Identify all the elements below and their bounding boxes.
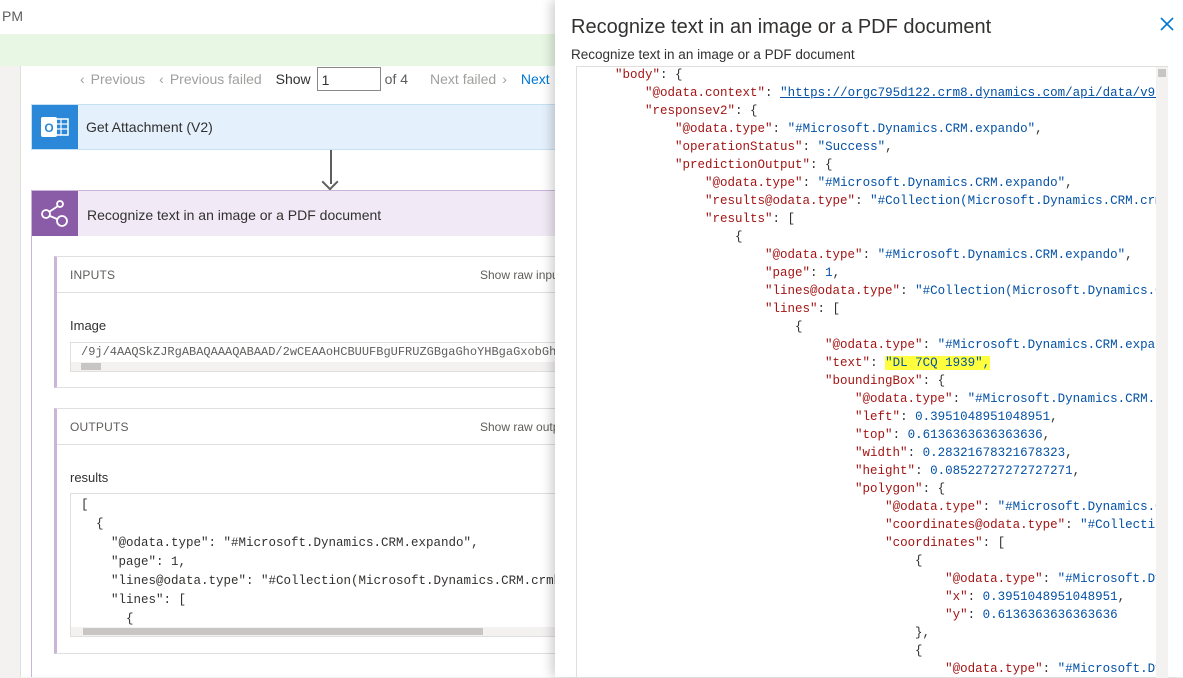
details-panel: Recognize text in an image or a PDF docu… (555, 0, 1183, 678)
results-scrollbar-thumb[interactable] (83, 628, 483, 635)
recognized-text-highlight: "DL 7CQ 1939", (885, 356, 991, 370)
image-value: /9j/4AAQSkZJRgABAQAAAQABAAD/2wCEAAoHCBUU… (81, 345, 562, 359)
outputs-header: OUTPUTS Show raw outputs (57, 409, 560, 445)
outputs-label: OUTPUTS (70, 420, 129, 434)
recognize-step-header[interactable]: Recognize text in an image or a PDF docu… (32, 191, 560, 236)
chevron-left-icon: ‹ (159, 71, 164, 87)
results-scrollbar[interactable] (71, 627, 561, 636)
next-button[interactable]: Next (521, 71, 550, 87)
show-raw-outputs-link[interactable]: Show raw outputs (480, 420, 560, 434)
image-scrollbar[interactable] (71, 362, 561, 371)
image-scrollbar-thumb[interactable] (81, 363, 101, 370)
inputs-header: INPUTS Show raw inputs (57, 257, 560, 293)
panel-scrollbar-thumb[interactable] (1158, 69, 1166, 77)
outlook-icon: O (32, 105, 78, 149)
ai-builder-icon (32, 191, 78, 236)
chevron-right-icon: › (502, 71, 507, 87)
get-attachment-title: Get Attachment (V2) (86, 119, 213, 135)
show-label: Show (275, 71, 311, 87)
next-failed-button[interactable]: Next failed (430, 71, 496, 87)
odata-context-link[interactable]: "https://orgc795d122.crm8.dynamics.com/a… (780, 86, 1168, 100)
panel-subtitle: Recognize text in an image or a PDF docu… (571, 47, 855, 62)
previous-failed-button[interactable]: Previous failed (170, 71, 262, 87)
svg-text:O: O (44, 121, 53, 135)
image-label: Image (70, 318, 107, 333)
results-json: [ { "@odata.type": "#Microsoft.Dynamics.… (81, 498, 561, 636)
panel-scrollbar[interactable] (1156, 67, 1168, 678)
results-json-box: [ { "@odata.type": "#Microsoft.Dynamics.… (70, 493, 562, 637)
get-attachment-step[interactable]: O Get Attachment (V2) (31, 104, 561, 150)
panel-title: Recognize text in an image or a PDF docu… (571, 16, 992, 38)
outputs-section: OUTPUTS Show raw outputs results [ { "@o… (54, 408, 562, 654)
show-raw-inputs-link[interactable]: Show raw inputs (480, 268, 560, 282)
previous-button[interactable]: Previous (91, 71, 145, 87)
run-navigation: ‹ Previous ‹ Previous failed Show 1 of 4… (80, 66, 556, 92)
time-suffix: PM (2, 8, 23, 24)
run-total: of 4 (384, 71, 409, 87)
run-index-input[interactable]: 1 (316, 67, 381, 91)
close-icon[interactable] (1157, 14, 1177, 34)
results-label: results (70, 470, 109, 485)
inputs-label: INPUTS (70, 268, 116, 282)
chevron-left-icon: ‹ (80, 71, 85, 87)
inputs-section: INPUTS Show raw inputs Image /9j/4AAQSkZ… (54, 256, 562, 388)
image-value-box: /9j/4AAQSkZJRgABAQAAAQABAAD/2wCEAAoHCBUU… (70, 342, 562, 372)
panel-json: "body": { "@odata.context": "https://org… (585, 67, 1168, 678)
recognize-step-title: Recognize text in an image or a PDF docu… (87, 207, 382, 223)
panel-json-viewer: "body": { "@odata.context": "https://org… (576, 66, 1168, 678)
